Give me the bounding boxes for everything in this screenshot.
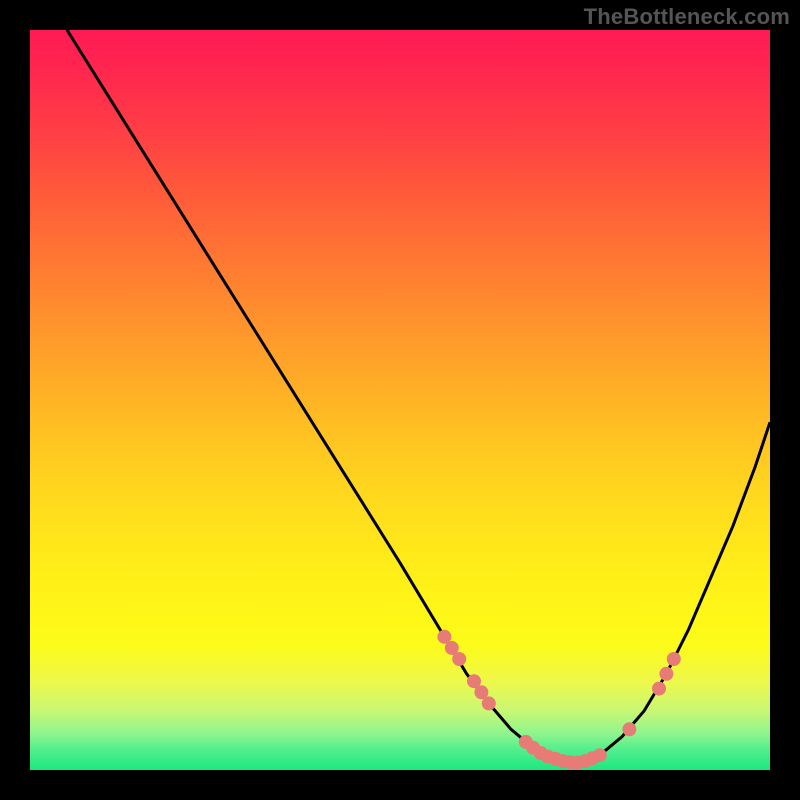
chart-frame: TheBottleneck.com <box>0 0 800 800</box>
gradient-background <box>30 30 770 770</box>
watermark-text: TheBottleneck.com <box>584 4 790 30</box>
plot-area <box>30 30 770 770</box>
